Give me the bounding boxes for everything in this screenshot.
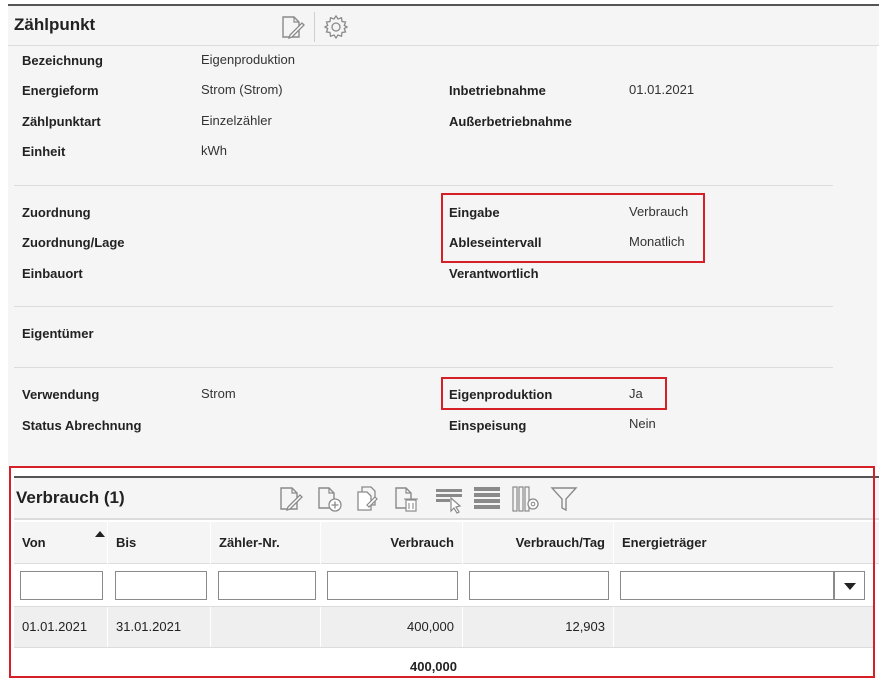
highlight-box-verbrauch [9, 466, 875, 678]
page-title: Zählpunkt [14, 15, 96, 34]
label-zaehlpunktart: Zählpunktart [22, 114, 101, 129]
label-einbauort: Einbauort [22, 266, 83, 281]
label-einspeisung: Einspeisung [449, 418, 527, 433]
value-verwendung: Strom [201, 386, 236, 401]
value-inbetriebnahme: 01.01.2021 [629, 82, 695, 97]
label-bezeichnung: Bezeichnung [22, 53, 103, 68]
value-zaehlpunktart: Einzelzähler [201, 113, 272, 128]
header-separator [314, 12, 315, 42]
label-zuordnung-lage: Zuordnung/Lage [22, 235, 125, 250]
label-verwendung: Verwendung [22, 387, 100, 402]
value-bezeichnung: Eigenproduktion [201, 52, 295, 67]
section-divider [14, 185, 833, 186]
label-status-abrechnung: Status Abrechnung [22, 418, 142, 433]
value-energieform: Strom (Strom) [201, 82, 283, 97]
gear-icon[interactable] [322, 13, 350, 41]
highlight-box-eingabe [441, 193, 705, 263]
label-verantwortlich: Verantwortlich [449, 266, 539, 281]
section-divider [14, 306, 833, 307]
highlight-box-eigenproduktion [441, 377, 667, 410]
section-divider [14, 367, 833, 368]
edit-document-icon[interactable] [278, 13, 306, 41]
label-zuordnung: Zuordnung [22, 205, 91, 220]
value-einheit: kWh [201, 143, 227, 158]
label-energieform: Energieform [22, 83, 99, 98]
label-eigentuemer: Eigentümer [22, 326, 94, 341]
label-ausserbetriebnahme: Außerbetriebnahme [449, 114, 572, 129]
zaehlpunkt-header: Zählpunkt [8, 6, 879, 46]
label-inbetriebnahme: Inbetriebnahme [449, 83, 546, 98]
value-einspeisung: Nein [629, 416, 656, 431]
label-einheit: Einheit [22, 144, 66, 159]
